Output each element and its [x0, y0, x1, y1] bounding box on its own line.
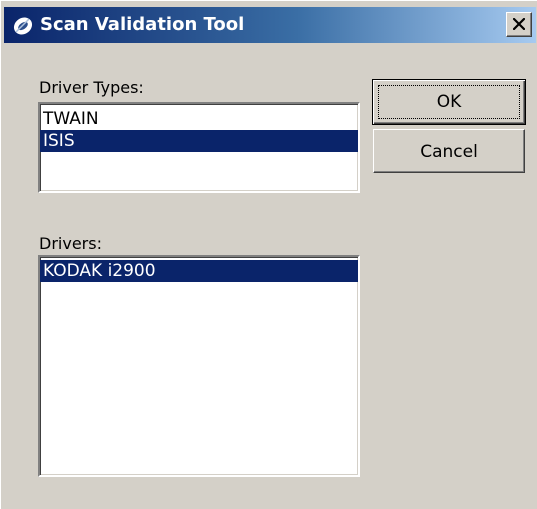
- driver-item-kodak-i2900[interactable]: KODAK i2900: [40, 260, 358, 282]
- dialog-window: Scan Validation Tool Driver Types: TWAIN…: [0, 0, 537, 509]
- driver-types-listbox[interactable]: TWAIN ISIS: [38, 102, 360, 193]
- title-bar[interactable]: Scan Validation Tool: [4, 7, 536, 43]
- app-icon: [12, 15, 34, 37]
- cancel-button-label: Cancel: [420, 142, 478, 162]
- drivers-label: Drivers:: [39, 234, 102, 253]
- driver-type-item-isis[interactable]: ISIS: [40, 130, 358, 152]
- ok-button[interactable]: OK: [372, 79, 526, 125]
- driver-type-item-twain[interactable]: TWAIN: [40, 108, 358, 130]
- cancel-button[interactable]: Cancel: [373, 129, 525, 173]
- close-button[interactable]: [506, 12, 532, 37]
- close-icon: [513, 18, 525, 30]
- driver-types-label: Driver Types:: [39, 78, 144, 97]
- ok-button-label: OK: [436, 92, 462, 112]
- drivers-listbox[interactable]: KODAK i2900: [38, 255, 360, 477]
- window-title: Scan Validation Tool: [40, 14, 245, 35]
